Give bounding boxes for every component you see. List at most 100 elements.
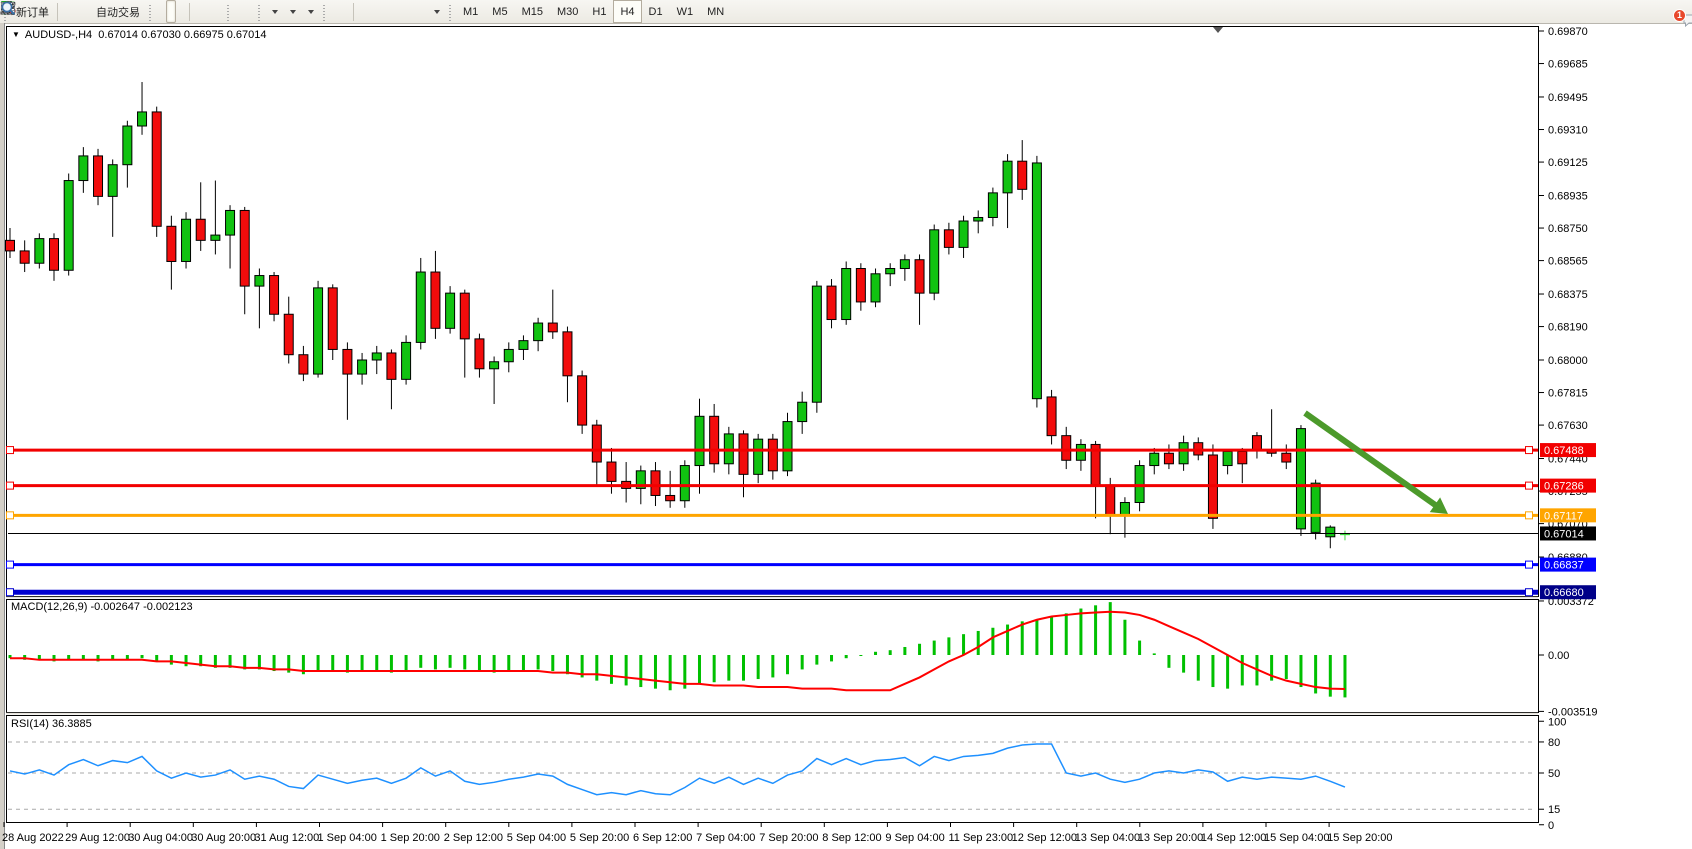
macd-indicator-label: MACD(12,26,9) -0.002647 -0.002123 [11,601,193,613]
timeframe-m30[interactable]: M30 [550,0,585,23]
macd-bar [434,655,437,669]
timeframe-w1[interactable]: W1 [670,0,701,23]
auto-scroll-button[interactable] [234,0,244,23]
macd-bar [889,650,892,655]
timeframe-h4[interactable]: H4 [613,0,641,23]
vertical-line-button[interactable] [357,0,367,23]
macd-bar [1285,655,1288,679]
candle-body [798,402,807,421]
support-line-orange-handle[interactable] [1526,512,1533,519]
candle-body [94,156,103,196]
time-tick-label: 13 Sep 20:00 [1138,832,1203,844]
templates-button[interactable] [301,0,319,23]
tile-windows-button[interactable] [213,0,223,23]
cursor-button[interactable] [330,0,340,23]
toolbar-grip[interactable] [322,3,327,21]
symbol-dropdown-icon[interactable]: ▼ [12,30,20,39]
macd-bar [1035,620,1038,655]
macd-bar [933,641,936,655]
macd-bar [361,655,364,671]
candle-body [1062,436,1071,461]
signals-button[interactable] [81,0,91,23]
chart-candles-button[interactable] [166,0,176,23]
timeframe-d1[interactable]: D1 [642,0,670,23]
chart-shift-button[interactable] [244,0,254,23]
candle-body [651,471,660,496]
new-order-button[interactable]: 新订单 [11,0,54,23]
candle-body [695,416,704,465]
macd-bar [1299,655,1302,687]
resistance-line-1-handle[interactable] [7,447,14,454]
chart-line-button[interactable] [176,0,186,23]
zoom-in-button[interactable] [193,0,203,23]
chart-canvas[interactable]: 0.698700.696850.694950.693100.691250.689… [0,23,1692,849]
candle-body [152,112,161,226]
panel-splitter[interactable] [6,597,1538,599]
time-tick-label: 8 Sep 12:00 [822,832,881,844]
equidistant-channel-button[interactable]: E [387,0,397,23]
text-label-button[interactable]: T [417,0,427,23]
timeframe-mn[interactable]: MN [700,0,731,23]
market-button[interactable] [71,0,81,23]
metaeditor-button[interactable] [61,0,71,23]
support-line-blue-handle[interactable] [7,561,14,568]
support-line-orange-handle[interactable] [7,512,14,519]
horizontal-line-button[interactable] [367,0,377,23]
arrows-button[interactable] [427,0,445,23]
candle-body [1047,397,1056,436]
autotrading-button[interactable]: 自动交易 [91,0,145,23]
window-edge [0,23,4,849]
macd-bar [669,655,672,690]
candle-body [710,416,719,464]
panel-splitter[interactable] [6,713,1538,715]
magnifier-icon [0,0,16,16]
crosshair-button[interactable] [340,0,350,23]
toolbar-separator [189,3,190,21]
macd-bar [1343,655,1346,697]
toolbar-grip[interactable] [226,3,231,21]
chart-bars-button[interactable] [156,0,166,23]
candle-body [50,239,59,271]
price-axis[interactable]: 0.698700.696850.694950.693100.691250.689… [1539,26,1598,832]
timeframe-m5[interactable]: M5 [485,0,514,23]
candle-body [1252,436,1261,450]
time-axis[interactable]: 28 Aug 202229 Aug 12:0030 Aug 04:0030 Au… [2,822,1393,844]
resistance-line-2-handle[interactable] [1526,482,1533,489]
macd-bar [1006,625,1009,655]
support-line-navy-handle[interactable] [7,589,14,596]
candle-body [988,193,997,218]
toolbar-grip[interactable] [148,3,153,21]
macd-bar [566,655,569,674]
macd-bar [947,637,950,655]
candle-body [666,495,675,500]
timeframe-m15[interactable]: M15 [515,0,550,23]
fibonacci-button[interactable]: F [397,0,407,23]
candle-body [1326,527,1335,537]
candle-body [64,181,73,271]
macd-bar [1123,620,1126,655]
candle-body [563,332,572,376]
dropdown-caret-icon [308,10,314,14]
periods-button[interactable] [283,0,301,23]
support-line-blue-handle[interactable] [1526,561,1533,568]
time-tick-label: 15 Sep 20:00 [1327,832,1392,844]
dropdown-caret-icon [434,10,440,14]
candle-body [900,260,909,269]
indicators-button[interactable] [265,0,283,23]
price-tick-label: 0.69495 [1548,92,1588,104]
macd-bar [493,655,496,673]
trendline-button[interactable] [377,0,387,23]
resistance-line-1-handle[interactable] [1526,447,1533,454]
candle-body [1179,443,1188,464]
toolbar-grip[interactable] [448,3,453,21]
timeframe-m1[interactable]: M1 [456,0,485,23]
timeframe-h1[interactable]: H1 [585,0,613,23]
zoom-out-button[interactable] [203,0,213,23]
support-line-navy-handle[interactable] [1526,589,1533,596]
text-button[interactable]: A [407,0,417,23]
resistance-line-2-handle[interactable] [7,482,14,489]
rsi-panel [7,716,1539,823]
macd-bar [654,655,657,689]
price-panel[interactable] [7,27,1539,597]
toolbar-grip[interactable] [257,3,262,21]
